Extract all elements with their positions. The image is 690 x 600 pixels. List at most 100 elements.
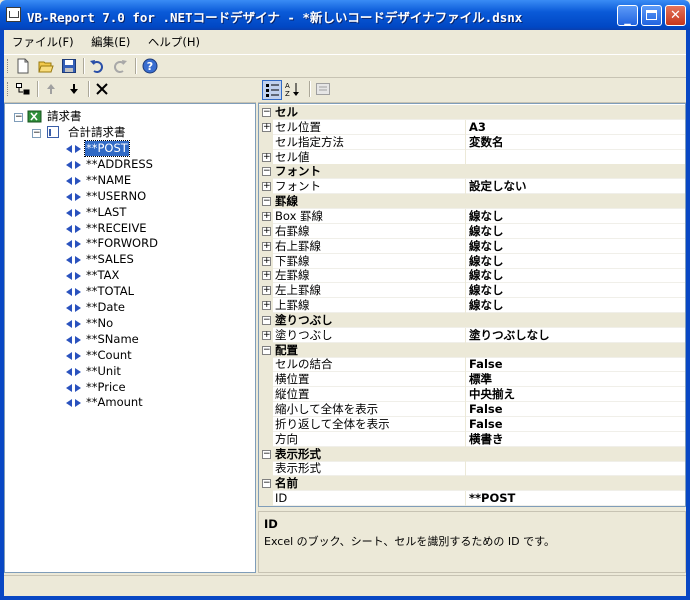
- property-row[interactable]: + 右罫線 線なし: [259, 223, 685, 239]
- expand-toggle[interactable]: +: [262, 122, 271, 132]
- collapse-toggle[interactable]: −: [262, 167, 271, 177]
- property-value[interactable]: 標準: [465, 372, 685, 388]
- property-value[interactable]: 線なし: [465, 298, 685, 314]
- property-row[interactable]: 縦位置 中央揃え: [259, 387, 685, 403]
- property-value[interactable]: 塗りつぶしなし: [465, 327, 685, 343]
- property-row[interactable]: + 塗りつぶし 塗りつぶしなし: [259, 327, 685, 343]
- row-margin: [259, 402, 273, 417]
- property-value[interactable]: 線なし: [465, 283, 685, 299]
- property-row[interactable]: + 下罫線 線なし: [259, 253, 685, 269]
- property-row[interactable]: + Box 罫線 線なし: [259, 208, 685, 224]
- property-value[interactable]: False: [465, 416, 685, 432]
- property-category[interactable]: − 罫線: [259, 194, 685, 210]
- menu-file[interactable]: ファイル(F): [4, 30, 80, 50]
- property-category[interactable]: − 配置: [259, 342, 685, 358]
- help-icon[interactable]: ?: [142, 58, 158, 74]
- expand-toggle[interactable]: +: [262, 301, 271, 311]
- property-row[interactable]: ID **POST: [259, 491, 685, 506]
- title-bar[interactable]: VB-Report 7.0 for .NETコードデザイナ - *新しいコードデ…: [0, 0, 690, 30]
- property-row[interactable]: + フォント 設定しない: [259, 179, 685, 195]
- window-frame-right: [686, 30, 690, 600]
- structure-tree[interactable]: − 請求書 − 合計請求書 **POST **ADDRESS **NAME **USE…: [4, 103, 256, 573]
- collapse-toggle[interactable]: −: [262, 345, 271, 355]
- property-category[interactable]: − 表示形式: [259, 446, 685, 462]
- property-value[interactable]: A3: [465, 119, 685, 135]
- property-row[interactable]: 折り返して全体を表示 False: [259, 416, 685, 432]
- property-name: 左上罫線: [275, 283, 321, 298]
- expand-toggle[interactable]: +: [262, 152, 271, 162]
- property-value[interactable]: 線なし: [465, 253, 685, 269]
- property-value[interactable]: 横書き: [465, 431, 685, 447]
- collapse-toggle[interactable]: −: [32, 129, 41, 138]
- menu-edit[interactable]: 編集(E): [83, 30, 136, 50]
- minimize-button[interactable]: _: [617, 5, 638, 26]
- expand-toggle[interactable]: +: [262, 241, 271, 251]
- move-down-icon[interactable]: [66, 81, 82, 97]
- expand-toggle[interactable]: +: [262, 182, 271, 192]
- property-value[interactable]: False: [465, 402, 685, 417]
- property-row[interactable]: + セル値: [259, 149, 685, 165]
- property-value[interactable]: **POST: [465, 491, 685, 506]
- property-row[interactable]: 方向 横書き: [259, 431, 685, 447]
- save-icon[interactable]: [61, 58, 77, 74]
- collapse-toggle[interactable]: −: [262, 449, 271, 459]
- row-margin: [259, 372, 273, 388]
- property-value[interactable]: 線なし: [465, 223, 685, 239]
- property-category[interactable]: − 塗りつぶし: [259, 312, 685, 328]
- expand-toggle[interactable]: +: [262, 256, 271, 266]
- menu-help[interactable]: ヘルプ(H): [140, 30, 206, 50]
- property-row[interactable]: 表示形式: [259, 461, 685, 477]
- property-value[interactable]: [465, 461, 685, 477]
- property-row[interactable]: + 上罫線 線なし: [259, 298, 685, 314]
- property-row[interactable]: 縮小して全体を表示 False: [259, 402, 685, 417]
- property-row[interactable]: 横位置 標準: [259, 372, 685, 388]
- property-category[interactable]: − フォント: [259, 164, 685, 180]
- property-value[interactable]: 線なし: [465, 238, 685, 254]
- property-category[interactable]: − セル: [259, 105, 685, 120]
- property-row[interactable]: セルの結合 False: [259, 357, 685, 373]
- expand-toggle[interactable]: +: [262, 211, 271, 221]
- alphabetical-sort-icon[interactable]: AZ: [285, 81, 301, 98]
- row-margin: [259, 387, 273, 403]
- property-row[interactable]: セル指定方法 変数名: [259, 134, 685, 150]
- expand-toggle[interactable]: +: [262, 286, 271, 296]
- property-value[interactable]: 変数名: [465, 134, 685, 150]
- property-value[interactable]: False: [465, 357, 685, 373]
- collapse-toggle[interactable]: −: [262, 315, 271, 325]
- property-value[interactable]: 線なし: [465, 268, 685, 284]
- new-file-icon[interactable]: [15, 58, 31, 74]
- maximize-button[interactable]: [641, 5, 662, 26]
- collapse-toggle[interactable]: −: [262, 108, 271, 117]
- collapse-toggle[interactable]: −: [14, 113, 23, 122]
- expand-toggle[interactable]: +: [262, 271, 271, 281]
- property-name: セル指定方法: [275, 134, 344, 149]
- expand-toggle[interactable]: +: [262, 330, 271, 340]
- property-value[interactable]: 中央揃え: [465, 387, 685, 403]
- property-row[interactable]: + セル位置 A3: [259, 119, 685, 135]
- add-node-icon[interactable]: [15, 81, 31, 97]
- redo-icon[interactable]: [112, 58, 128, 74]
- property-value[interactable]: 線なし: [465, 208, 685, 224]
- property-row[interactable]: + 左罫線 線なし: [259, 268, 685, 284]
- delete-icon[interactable]: [94, 81, 110, 97]
- property-row[interactable]: + 右上罫線 線なし: [259, 238, 685, 254]
- collapse-toggle[interactable]: −: [262, 197, 271, 207]
- undo-icon[interactable]: [89, 58, 105, 74]
- property-grid[interactable]: − セル + セル位置 A3 セル指定方法 変数名 + セル値 − フォント + フォント 設定しない − 罫…: [258, 103, 686, 507]
- expand-toggle[interactable]: +: [262, 226, 271, 236]
- property-value[interactable]: 設定しない: [465, 179, 685, 195]
- property-row[interactable]: + 左上罫線 線なし: [259, 283, 685, 299]
- toolbar-grip[interactable]: [7, 59, 11, 73]
- property-pages-icon[interactable]: [315, 81, 331, 97]
- property-name: 上罫線: [275, 298, 310, 313]
- move-up-icon[interactable]: [43, 81, 59, 97]
- property-category[interactable]: − 名前: [259, 476, 685, 492]
- toolbar-grip[interactable]: [7, 82, 11, 96]
- categorized-icon[interactable]: [262, 80, 282, 100]
- open-folder-icon[interactable]: [38, 58, 54, 74]
- app-icon[interactable]: [6, 7, 21, 22]
- close-button[interactable]: ✕: [665, 5, 686, 26]
- collapse-toggle[interactable]: −: [262, 479, 271, 489]
- window-title: VB-Report 7.0 for .NETコードデザイナ - *新しいコードデ…: [27, 10, 523, 25]
- property-value[interactable]: [465, 149, 685, 165]
